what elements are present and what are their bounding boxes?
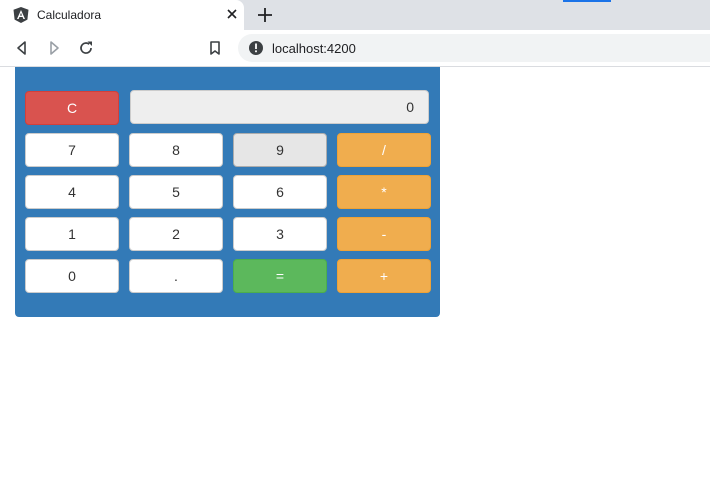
key-4-button[interactable]: 4 [25, 175, 119, 209]
forward-icon[interactable] [45, 39, 63, 57]
add-button[interactable]: + [337, 259, 431, 293]
divide-button[interactable]: / [337, 133, 431, 167]
key-0-button[interactable]: 0 [25, 259, 119, 293]
multiply-button[interactable]: * [337, 175, 431, 209]
tab-strip-accent [563, 0, 611, 2]
key-1-button[interactable]: 1 [25, 217, 119, 251]
calculator-display: 0 [130, 90, 429, 124]
decimal-button[interactable]: . [129, 259, 223, 293]
equals-button[interactable]: = [233, 259, 327, 293]
key-7-button[interactable]: 7 [25, 133, 119, 167]
reload-icon[interactable] [77, 39, 95, 57]
url-text[interactable]: localhost:4200 [272, 41, 356, 56]
calculator-panel: C 0 7 8 9 / 4 5 6 * 1 2 3 - 0 . = + [15, 67, 440, 317]
angular-logo-icon [13, 7, 29, 23]
browser-toolbar: localhost:4200 [0, 30, 710, 67]
tab-title: Calculadora [37, 8, 102, 22]
key-9-button[interactable]: 9 [233, 133, 327, 167]
browser-tab[interactable]: Calculadora [0, 0, 244, 30]
close-tab-icon[interactable] [224, 6, 240, 22]
key-5-button[interactable]: 5 [129, 175, 223, 209]
address-bar[interactable]: localhost:4200 [238, 34, 710, 62]
subtract-button[interactable]: - [337, 217, 431, 251]
new-tab-icon[interactable] [256, 6, 274, 24]
site-info-icon[interactable] [248, 40, 264, 56]
browser-tab-strip: Calculadora [0, 0, 710, 30]
clear-button[interactable]: C [25, 91, 119, 125]
key-8-button[interactable]: 8 [129, 133, 223, 167]
key-2-button[interactable]: 2 [129, 217, 223, 251]
back-icon[interactable] [13, 39, 31, 57]
key-3-button[interactable]: 3 [233, 217, 327, 251]
key-6-button[interactable]: 6 [233, 175, 327, 209]
bookmark-icon[interactable] [206, 39, 224, 57]
